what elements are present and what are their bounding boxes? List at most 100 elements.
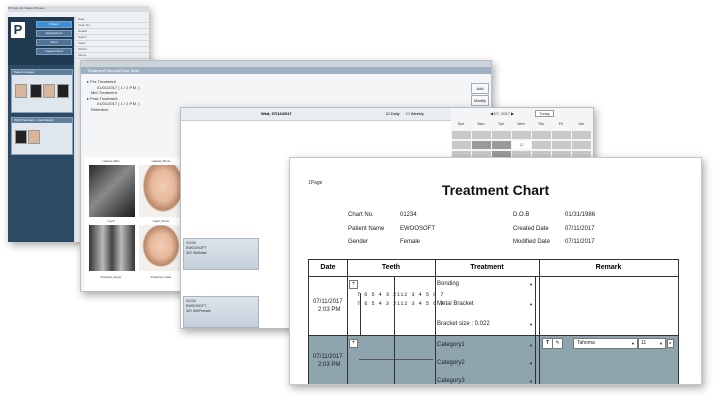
sidebar-top: P Patient Appointment Chart Image Import bbox=[8, 17, 74, 65]
row-date: 07/11/2017 bbox=[313, 299, 343, 305]
calendar-day[interactable] bbox=[471, 140, 492, 150]
calendar-day[interactable] bbox=[551, 130, 572, 140]
daily-checkbox[interactable]: ☑ Daily bbox=[386, 108, 400, 120]
row-time: 2:03 PM bbox=[318, 362, 341, 368]
tree-item[interactable]: Retention bbox=[87, 107, 140, 113]
treatment-table: Date Teeth Treatment Remark 07/11/2017 2… bbox=[308, 259, 679, 384]
divider bbox=[435, 260, 436, 384]
calendar-day[interactable] bbox=[571, 140, 592, 150]
appointment-button[interactable]: Appointment bbox=[36, 30, 72, 37]
calendar-day[interactable] bbox=[531, 140, 552, 150]
calendar-day[interactable] bbox=[491, 130, 512, 140]
weekday-label: Wed bbox=[517, 122, 525, 126]
photo-label: Ceph bbox=[107, 219, 115, 223]
expand-icon[interactable]: + bbox=[349, 280, 358, 289]
created-date-label: Created Date bbox=[513, 226, 549, 232]
photo-label: Lateral_Main bbox=[102, 159, 120, 163]
photo-label: Ceph_Photo bbox=[152, 219, 170, 223]
case-result-panel: Print/Treatment - Case Result bbox=[11, 117, 73, 155]
treatment-item[interactable]: Category1 bbox=[437, 342, 465, 348]
treatment-item[interactable]: Bracket size : 0.022 bbox=[437, 321, 490, 327]
today-button[interactable]: Today bbox=[535, 110, 554, 117]
photo-label: Lateral_Photo bbox=[151, 159, 171, 163]
teeth-divider bbox=[360, 293, 361, 335]
calendar-day[interactable] bbox=[551, 140, 572, 150]
thumbnail-6[interactable] bbox=[28, 130, 40, 144]
frontal-photo[interactable] bbox=[139, 225, 183, 271]
created-date-value: 07/11/2017 bbox=[565, 226, 595, 232]
profile-photo[interactable] bbox=[139, 165, 183, 217]
patient-name-value: EWOOSOFT bbox=[400, 226, 435, 232]
sidebar: P Patient Appointment Chart Image Import… bbox=[8, 17, 74, 242]
thumbnail-4[interactable] bbox=[57, 84, 69, 98]
font-size-select[interactable]: 11 ▼ bbox=[638, 338, 666, 349]
dropdown-arrow-icon[interactable]: ▼ bbox=[529, 322, 533, 327]
patient-images-panel: Patient Images bbox=[11, 69, 73, 113]
dropdown-arrow-icon[interactable]: ▼ bbox=[529, 282, 533, 287]
modified-date-value: 07/11/2017 bbox=[565, 239, 595, 245]
gender-value: Female bbox=[400, 239, 421, 245]
row-date: 07/11/2017 bbox=[313, 354, 343, 360]
weekday-label: Tue bbox=[498, 122, 504, 126]
photo-grid: Lateral_Main Lateral_Photo Ceph Ceph_Pho… bbox=[85, 157, 185, 291]
calendar-day[interactable] bbox=[451, 130, 472, 140]
weekday-label: Sun bbox=[457, 122, 465, 126]
calendar-day[interactable] bbox=[531, 130, 552, 140]
calendar-day[interactable]: 12 bbox=[511, 140, 532, 150]
table-row-selected[interactable]: 07/11/2017 2:03 PM + Category1 ▼ Categor… bbox=[309, 336, 678, 384]
calendar-day[interactable] bbox=[471, 130, 492, 140]
treatment-item[interactable]: Category3 bbox=[437, 378, 465, 384]
column-header-treatment: Treatment bbox=[435, 260, 539, 277]
treatment-item[interactable]: Bonding bbox=[437, 281, 459, 287]
dropdown-arrow-icon[interactable]: ▼ bbox=[529, 343, 533, 348]
prev-month-icon[interactable]: ◀ bbox=[490, 111, 493, 116]
pen-icon[interactable]: ✎ bbox=[552, 338, 563, 349]
dropdown-arrow-icon[interactable]: ▼ bbox=[529, 379, 533, 384]
thumbnail-2[interactable] bbox=[30, 84, 42, 98]
calendar-month: ◀ 07, 2017 ▶ Today bbox=[451, 108, 593, 120]
calendar-day[interactable] bbox=[451, 140, 472, 150]
list-item[interactable]: Memo bbox=[76, 53, 149, 59]
dropdown-arrow-icon[interactable]: ▼ bbox=[529, 302, 533, 307]
scroll-arrow-icon[interactable]: ▸ bbox=[667, 339, 674, 348]
add-button[interactable]: Add bbox=[471, 83, 489, 94]
weekday-label: Mon bbox=[477, 122, 485, 126]
chart-button[interactable]: Chart bbox=[36, 39, 72, 46]
next-month-icon[interactable]: ▶ bbox=[511, 111, 514, 116]
dob-label: D.O.B bbox=[513, 212, 530, 218]
divider bbox=[347, 260, 348, 384]
photo-label: Intraoral_Upper bbox=[100, 275, 122, 279]
photo-label: Intraoral_Lower bbox=[150, 275, 172, 279]
divider bbox=[539, 260, 540, 384]
weekly-checkbox[interactable]: ☐ Weekly bbox=[406, 108, 424, 120]
weekday-label: Sat bbox=[578, 122, 584, 126]
teeth-upper-right[interactable]: 1 2 3 4 5 6 7 bbox=[397, 292, 444, 298]
panoramic-xray-image[interactable] bbox=[89, 225, 135, 271]
thumbnail-1[interactable] bbox=[15, 84, 27, 98]
modify-button[interactable]: Modify bbox=[471, 95, 489, 106]
panel-header: Patient Images bbox=[12, 70, 72, 75]
image-import-button[interactable]: Image Import bbox=[36, 48, 72, 55]
patient-card[interactable]: 01234 EWOOSOFT 32Y 5M/Male bbox=[183, 238, 259, 270]
ceph-xray-image[interactable] bbox=[89, 165, 135, 217]
teeth-divider bbox=[359, 359, 433, 360]
table-row[interactable]: 07/11/2017 2:03 PM + 7 6 5 4 3 2 1 7 6 5… bbox=[309, 277, 678, 336]
font-family-select[interactable]: Tahoma ▼ bbox=[573, 338, 638, 349]
treatment-item[interactable]: Category2 bbox=[437, 360, 465, 366]
expand-icon[interactable]: + bbox=[349, 339, 358, 348]
dropdown-arrow-icon[interactable]: ▼ bbox=[529, 361, 533, 366]
thumbnail-3[interactable] bbox=[43, 84, 55, 98]
patient-info: 32Y 5M/Male bbox=[186, 251, 207, 255]
patient-card[interactable]: 01234 EWOOSOFT 32Y 5M/Female bbox=[183, 296, 259, 328]
row-time: 2:03 PM bbox=[318, 307, 341, 313]
calendar-day[interactable] bbox=[571, 130, 592, 140]
weekday-label: Fri bbox=[558, 122, 564, 126]
calendar-day[interactable] bbox=[511, 130, 532, 140]
patient-name-label: Patient Name bbox=[348, 226, 385, 232]
column-header-remark: Remark bbox=[539, 260, 678, 277]
window-header: Treatment Record/Case Note bbox=[81, 67, 491, 74]
treatment-item[interactable]: Metal Bracket bbox=[437, 301, 474, 307]
thumbnail-5[interactable] bbox=[15, 130, 27, 144]
patient-button[interactable]: Patient bbox=[36, 21, 72, 28]
calendar-day[interactable] bbox=[491, 140, 512, 150]
